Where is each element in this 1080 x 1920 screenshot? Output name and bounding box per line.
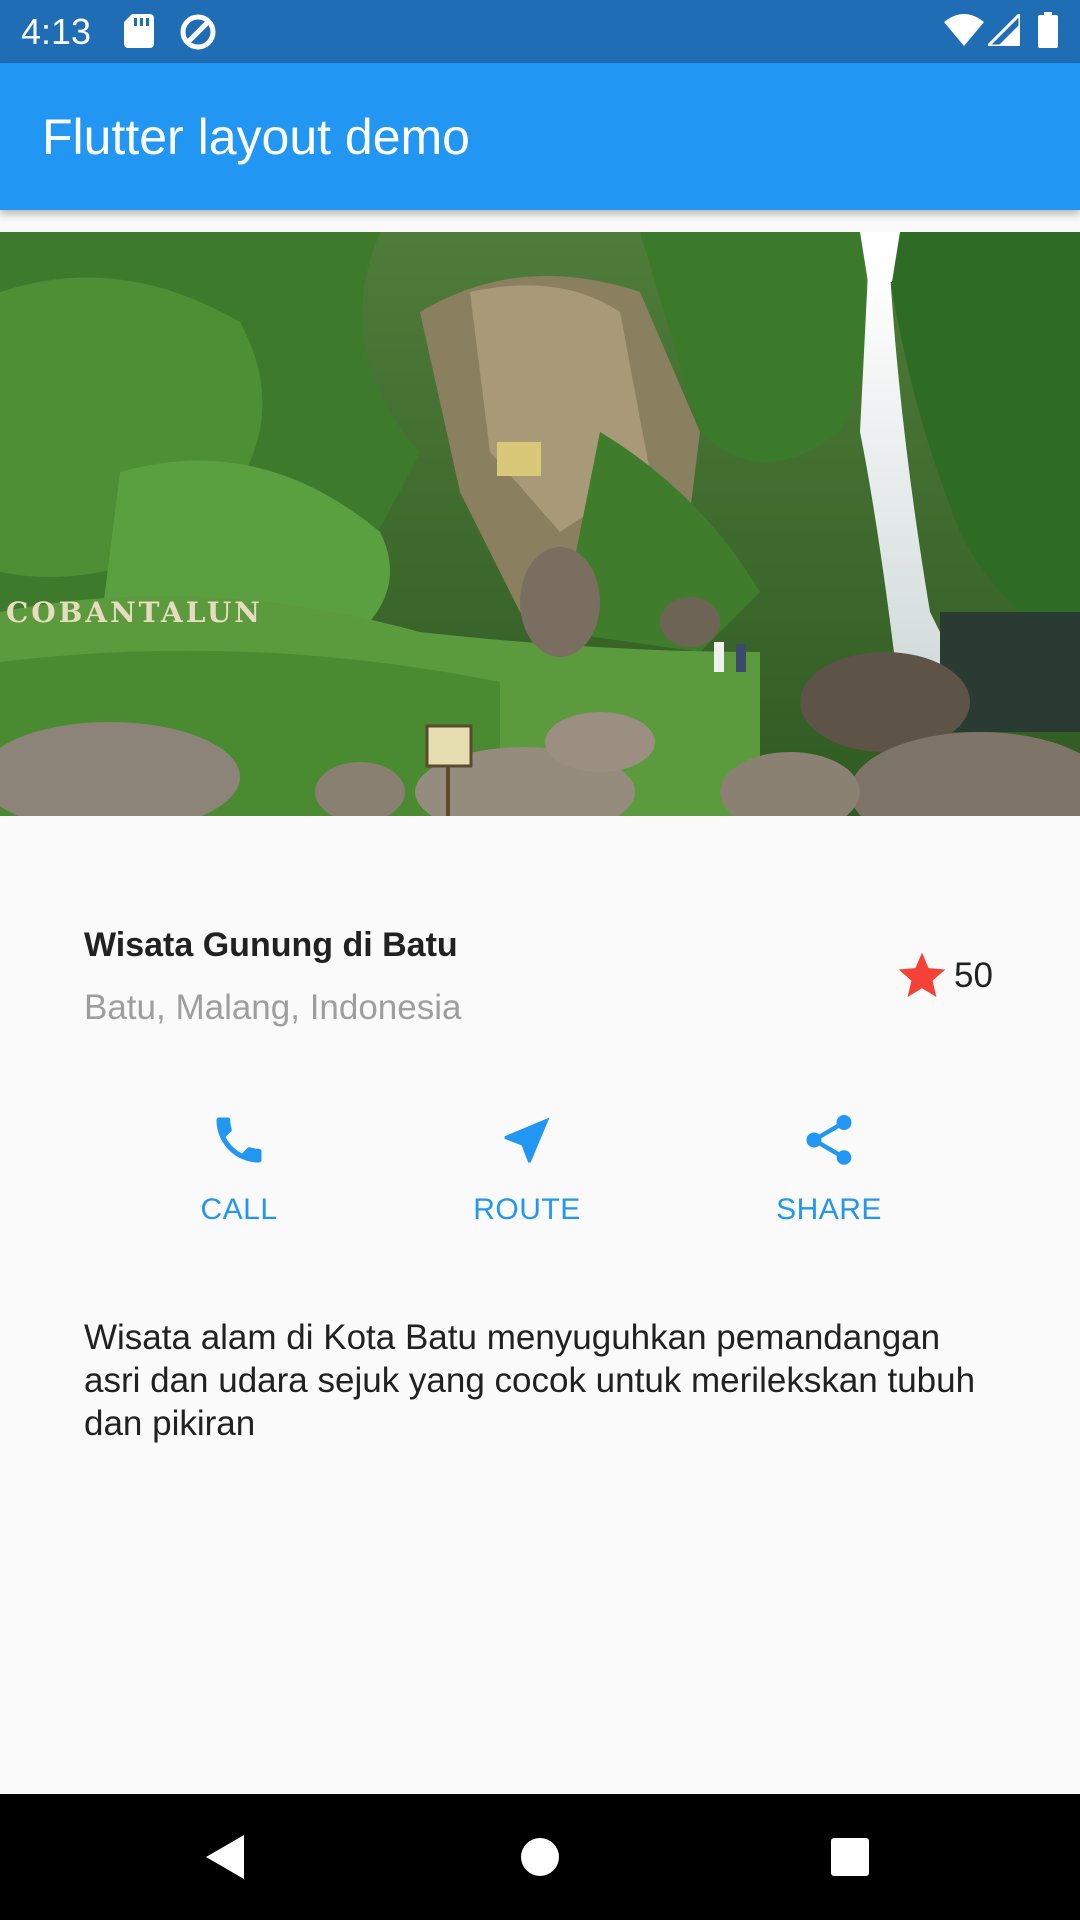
place-title: Wisata Gunung di Batu xyxy=(84,926,458,964)
rating: 50 xyxy=(894,948,993,1004)
recents-icon[interactable] xyxy=(820,1827,880,1887)
navigation-bar xyxy=(0,1794,1080,1920)
signal-icon xyxy=(988,14,1020,46)
share-button[interactable]: SHARE xyxy=(729,1110,929,1240)
star-icon[interactable] xyxy=(894,948,950,1004)
description-text: Wisata alam di Kota Batu menyuguhkan pem… xyxy=(84,1318,976,1443)
wifi-icon xyxy=(944,14,984,46)
battery-icon xyxy=(1038,12,1058,48)
home-icon[interactable] xyxy=(510,1827,570,1887)
place-location: Batu, Malang, Indonesia xyxy=(84,988,462,1027)
rating-count: 50 xyxy=(954,956,993,995)
app-bar: Flutter layout demo xyxy=(0,63,1080,210)
hero-image: COBANTALUN xyxy=(0,232,1080,816)
back-icon[interactable] xyxy=(196,1827,256,1887)
cobantalun-sign: COBANTALUN xyxy=(6,596,263,629)
share-icon xyxy=(806,1115,852,1165)
share-label: SHARE xyxy=(776,1193,882,1226)
call-button[interactable]: CALL xyxy=(139,1110,339,1240)
app-bar-title: Flutter layout demo xyxy=(42,109,470,165)
sd-card-icon xyxy=(124,14,154,48)
phone-icon xyxy=(216,1117,262,1163)
app-screen: 4:13 Flutter layout demo COBANTALUN Wisa… xyxy=(0,0,1080,1920)
status-time: 4:13 xyxy=(21,11,92,52)
route-button[interactable]: ROUTE xyxy=(427,1110,627,1240)
status-bar: 4:13 xyxy=(0,0,1080,63)
waterfall-photo: COBANTALUN xyxy=(0,232,1080,816)
call-label: CALL xyxy=(200,1193,278,1226)
route-label: ROUTE xyxy=(473,1193,581,1226)
navigation-icon xyxy=(504,1117,550,1163)
data-saver-icon xyxy=(180,14,216,50)
